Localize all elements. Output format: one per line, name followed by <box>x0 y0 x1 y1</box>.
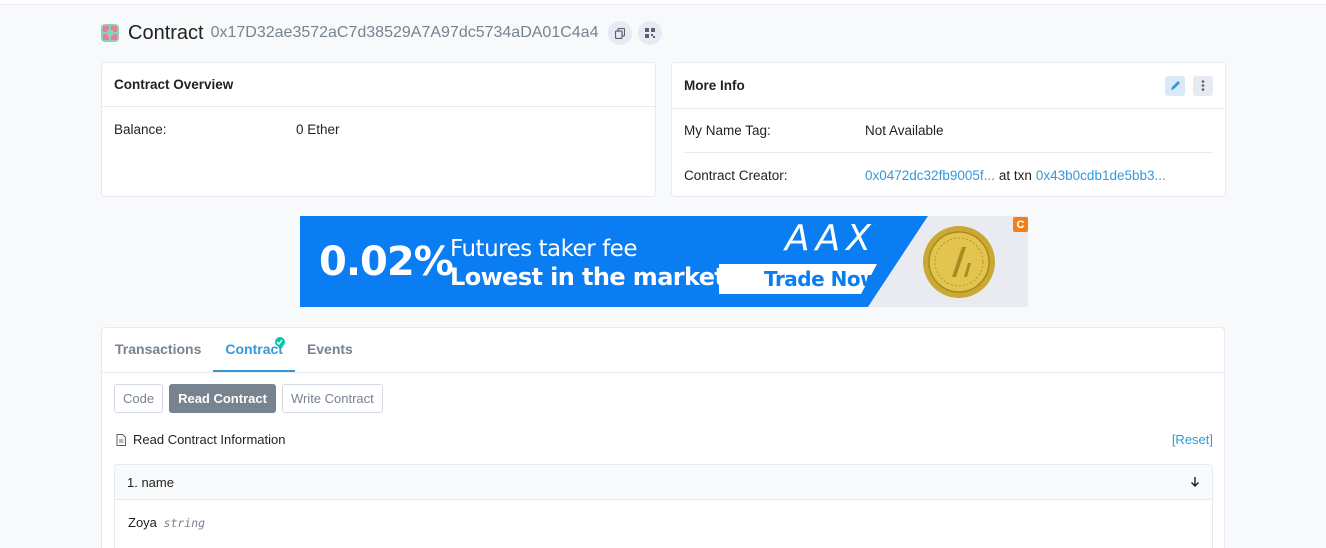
qr-code-icon[interactable] <box>638 21 663 45</box>
balance-label: Balance: <box>114 121 167 137</box>
contract-overview-title: Contract Overview <box>102 63 655 107</box>
write-contract-button[interactable]: Write Contract <box>281 384 383 413</box>
name-tag-value: Not Available <box>865 123 944 138</box>
function-title: 1. name <box>127 474 174 490</box>
document-icon <box>116 433 126 446</box>
read-contract-info: Read Contract Information <box>116 432 285 447</box>
copy-icon[interactable] <box>608 21 633 45</box>
result-type: string <box>163 516 206 530</box>
read-contract-button[interactable]: Read Contract <box>169 384 276 413</box>
balance-value: 0 Ether <box>296 121 340 137</box>
reset-link[interactable]: [Reset] <box>1172 432 1213 447</box>
arrow-down-icon[interactable] <box>1190 476 1200 488</box>
contract-tabs-card: Transactions Contract Events Code Read C… <box>101 327 1225 548</box>
contract-creator-row: Contract Creator: 0x0472dc32fb9005f... a… <box>672 153 1225 197</box>
ad-coin-image <box>923 226 995 298</box>
creator-txn-link[interactable]: 0x43b0cdb1de5bb3... <box>1036 168 1166 183</box>
tab-contract[interactable]: Contract <box>213 337 295 372</box>
code-button[interactable]: Code <box>114 384 164 413</box>
name-tag-label: My Name Tag: <box>684 123 771 138</box>
ad-brand-logo: AAX <box>785 218 877 259</box>
edit-icon[interactable] <box>1165 75 1185 96</box>
balance-row: Balance: 0 Ether <box>102 107 655 151</box>
ad-badge[interactable]: C <box>1013 217 1028 232</box>
more-info-card: More Info My Name Tag: Not Available Con… <box>671 62 1226 197</box>
ad-trade-now-button[interactable]: Trade Now <box>764 267 879 291</box>
ad-banner[interactable]: 0.02% Futures taker fee Lowest in the ma… <box>300 216 1028 307</box>
more-info-title: More Info <box>684 78 745 93</box>
contract-address: 0x17D32ae3572aC7d38529A7A97dc5734aDA01C4… <box>210 24 599 41</box>
more-info-header: More Info <box>672 63 1225 109</box>
tab-events[interactable]: Events <box>295 341 365 372</box>
contract-creator-label: Contract Creator: <box>684 167 788 183</box>
creator-address-link[interactable]: 0x0472dc32fb9005f... <box>865 168 995 183</box>
ad-line1: Futures taker fee <box>450 236 637 262</box>
page-title: Contract <box>128 21 204 44</box>
result-value: Zoya <box>128 515 157 530</box>
function-header-name[interactable]: 1. name <box>114 464 1213 500</box>
page-header: Contract 0x17D32ae3572aC7d38529A7A97dc57… <box>101 20 668 46</box>
ad-percent: 0.02% <box>319 239 454 285</box>
read-contract-info-label: Read Contract Information <box>133 432 286 447</box>
tab-transactions[interactable]: Transactions <box>114 341 213 372</box>
function-result: Zoya string <box>114 499 1213 548</box>
contract-icon <box>101 24 119 42</box>
tab-bar: Transactions Contract Events <box>102 328 1224 373</box>
contract-subtabs: Code Read Contract Write Contract <box>114 384 383 413</box>
at-txn-label: at txn <box>998 167 1032 183</box>
check-icon <box>274 337 285 347</box>
name-tag-row: My Name Tag: Not Available <box>684 109 1213 153</box>
top-strip <box>0 0 1326 5</box>
more-icon[interactable] <box>1193 75 1213 96</box>
ad-line2: Lowest in the market <box>450 263 726 291</box>
contract-overview-card: Contract Overview Balance: 0 Ether <box>101 62 656 197</box>
